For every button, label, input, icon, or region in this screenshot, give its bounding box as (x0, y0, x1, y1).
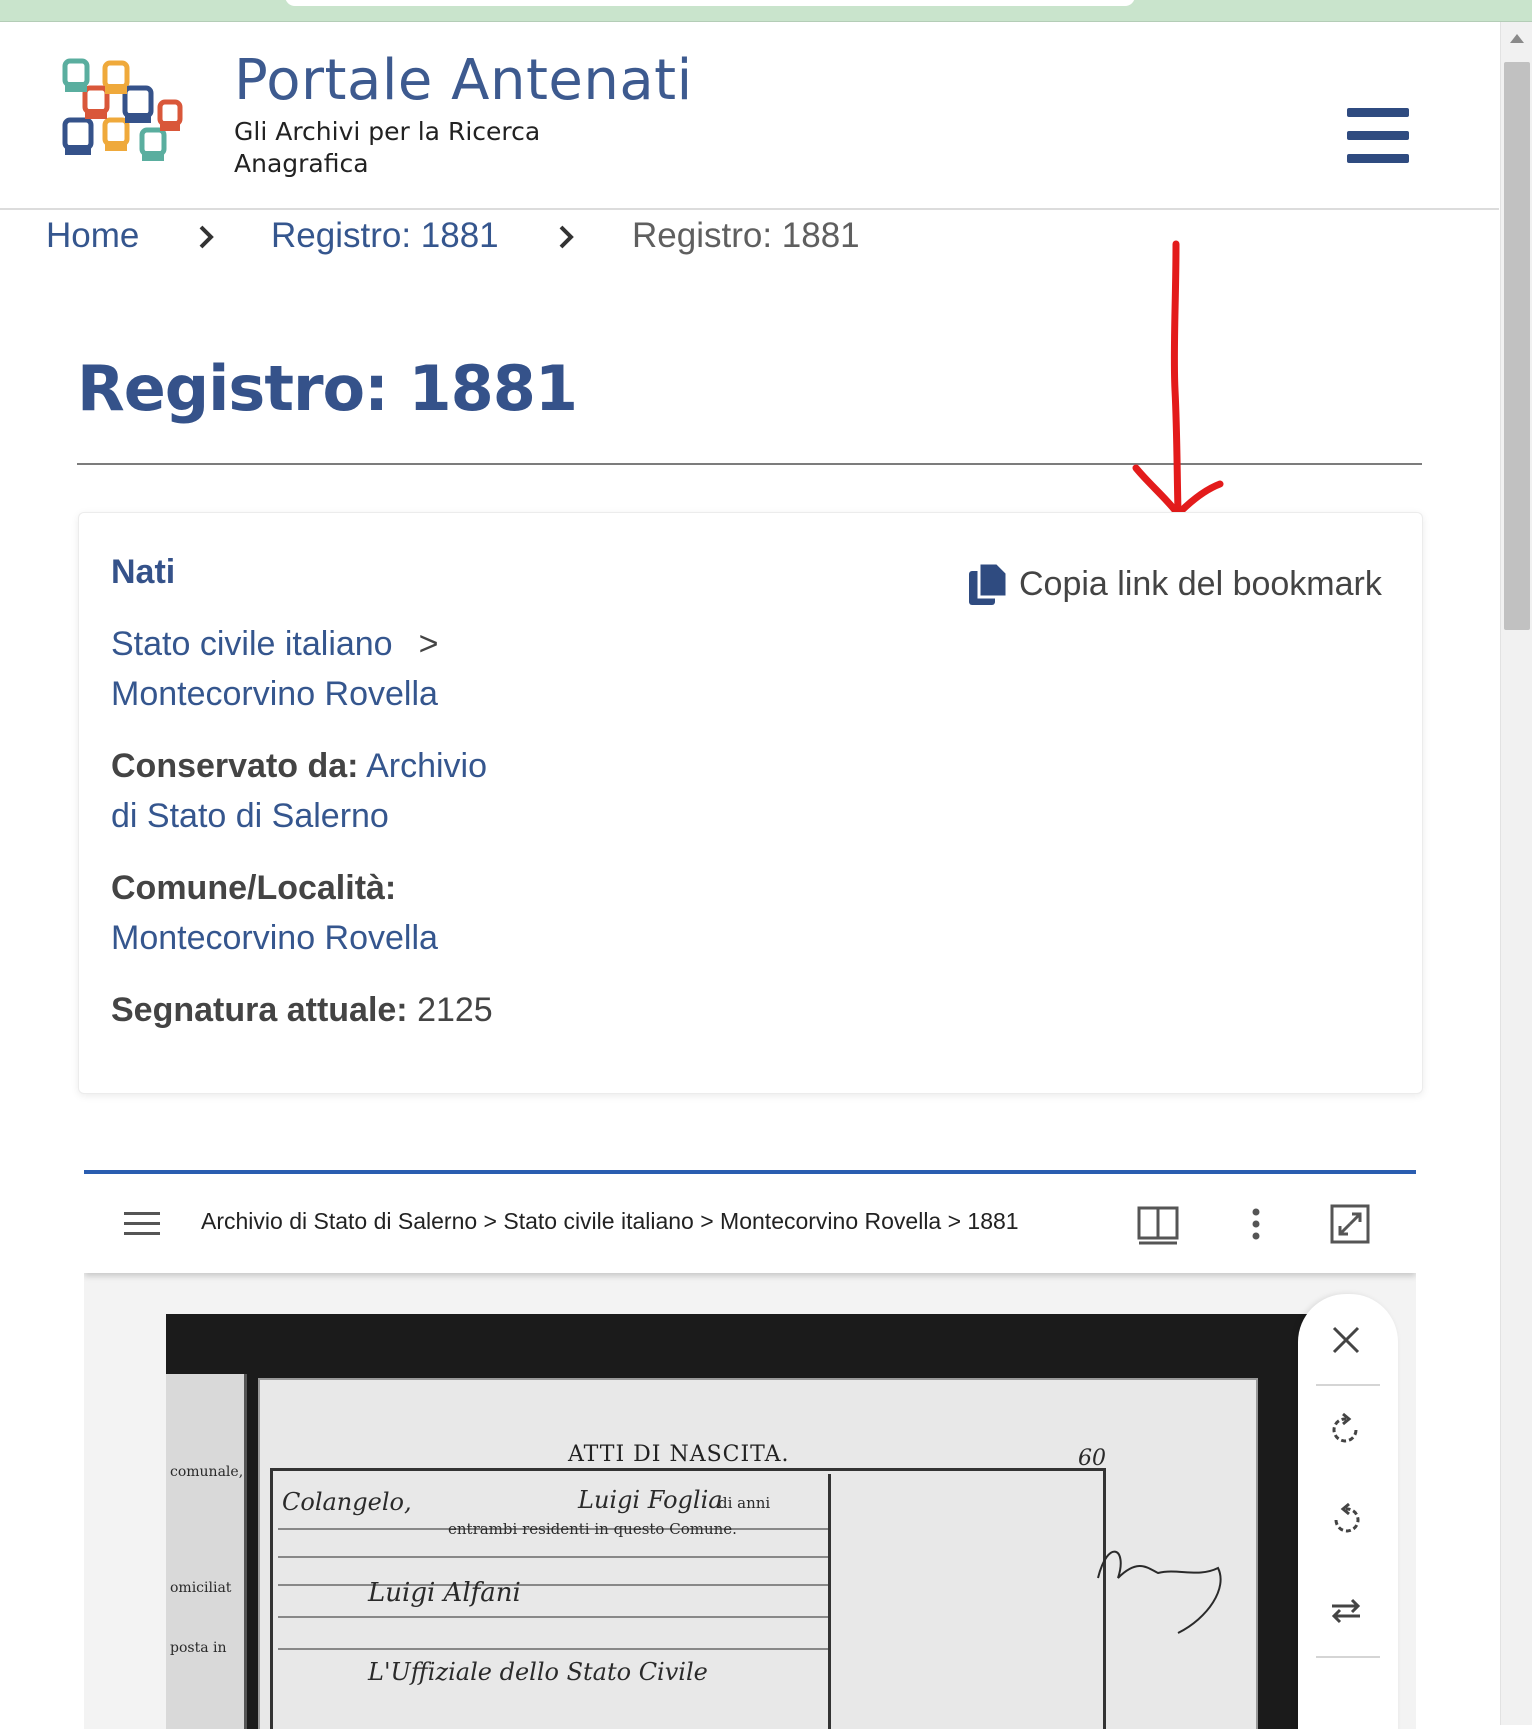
breadcrumb: Home Registro: 1881 Registro: 1881 (46, 216, 1046, 266)
chevron-right-icon (559, 225, 574, 249)
scrollbar-thumb[interactable] (1504, 62, 1530, 630)
panel-divider (1316, 1384, 1380, 1386)
comune-link[interactable]: Montecorvino Rovella (111, 919, 438, 957)
site-title[interactable]: Portale Antenati (234, 48, 693, 113)
scan-left-page: comunale, omiciliat posta in (166, 1374, 247, 1729)
scan-rule (278, 1616, 828, 1618)
breadcrumb-home-link[interactable]: Home (46, 216, 139, 256)
viewer-breadcrumb: Archivio di Stato di Salerno > Stato civ… (201, 1208, 1019, 1234)
fullscreen-icon[interactable] (1328, 1202, 1372, 1246)
scan-margin-word: comunale, (170, 1464, 244, 1480)
scan-handwriting: L'Uffiziale dello Stato Civile (368, 1658, 708, 1686)
page-title: Registro: 1881 (77, 352, 578, 425)
rotate-left-icon[interactable] (1326, 1500, 1366, 1540)
viewer-menu-icon[interactable] (124, 1212, 160, 1236)
register-scan-image[interactable]: comunale, omiciliat posta in ATTI DI NAS… (166, 1314, 1366, 1729)
scan-heading: ATTI DI NASCITA. (568, 1442, 790, 1467)
image-viewer: Archivio di Stato di Salerno > Stato civ… (84, 1170, 1416, 1729)
scan-margin-word: posta in (170, 1640, 227, 1656)
close-icon[interactable] (1326, 1320, 1366, 1360)
hamburger-menu-icon[interactable] (1347, 108, 1409, 164)
site-header: Portale Antenati Gli Archivi per la Rice… (0, 22, 1499, 210)
segnatura-label: Segnatura attuale: (111, 991, 408, 1029)
scan-form-column (828, 1474, 831, 1729)
scan-handwriting: Luigi Alfani (368, 1578, 521, 1608)
address-bar[interactable] (285, 0, 1135, 6)
copy-bookmark-label: Copia link del bookmark (1019, 565, 1382, 603)
breadcrumb-registro-link[interactable]: Registro: 1881 (271, 216, 499, 256)
browser-tab-strip (0, 0, 1532, 22)
page-scrollbar[interactable] (1500, 22, 1532, 1725)
register-details: Stato civile italiano > Montecorvino Rove… (111, 619, 511, 1057)
portale-antenati-logo[interactable] (62, 58, 192, 178)
book-view-icon[interactable] (1136, 1202, 1180, 1246)
conservato-label: Conservato da: (111, 747, 359, 785)
more-options-icon[interactable] (1234, 1202, 1278, 1246)
scan-margin-word: omiciliat (170, 1580, 232, 1596)
segnatura-value: 2125 (417, 991, 493, 1029)
rotate-right-icon[interactable] (1326, 1410, 1366, 1450)
scan-rule (278, 1556, 828, 1558)
scan-right-page: ATTI DI NASCITA. 60 Colangelo, Luigi Fog… (258, 1378, 1258, 1729)
comune-label: Comune/Località: (111, 869, 397, 907)
scan-handwriting: Colangelo, (282, 1488, 412, 1516)
flip-horizontal-icon[interactable] (1326, 1590, 1366, 1630)
register-type-heading: Nati (111, 553, 176, 591)
chevron-right-icon (199, 225, 214, 249)
breadcrumb-current: Registro: 1881 (632, 216, 860, 255)
viewer-toolbar: Archivio di Stato di Salerno > Stato civ… (84, 1174, 1416, 1273)
scan-handwriting: Luigi Foglia (578, 1486, 723, 1514)
scan-rule (278, 1584, 828, 1586)
scan-print-text: entrambi residenti in questo Comune. (448, 1520, 737, 1538)
scan-signature-icon (1097, 1550, 1222, 1634)
scan-rule (278, 1648, 828, 1650)
scan-print-text: di anni (718, 1494, 771, 1512)
copy-icon (969, 561, 1009, 605)
fonds-link-montecorvino[interactable]: Montecorvino Rovella (111, 675, 438, 713)
viewer-side-toolbar (1298, 1294, 1398, 1729)
site-subtitle: Gli Archivi per la Ricerca Anagrafica (234, 117, 541, 178)
scroll-up-icon[interactable] (1510, 34, 1524, 43)
fonds-separator: > (418, 625, 439, 663)
register-info-card: Nati Copia link del bookmark Stato civil… (78, 512, 1423, 1094)
annotation-arrow-icon (1132, 240, 1224, 518)
fonds-link-stato-civile[interactable]: Stato civile italiano (111, 625, 393, 663)
panel-divider (1316, 1656, 1380, 1658)
